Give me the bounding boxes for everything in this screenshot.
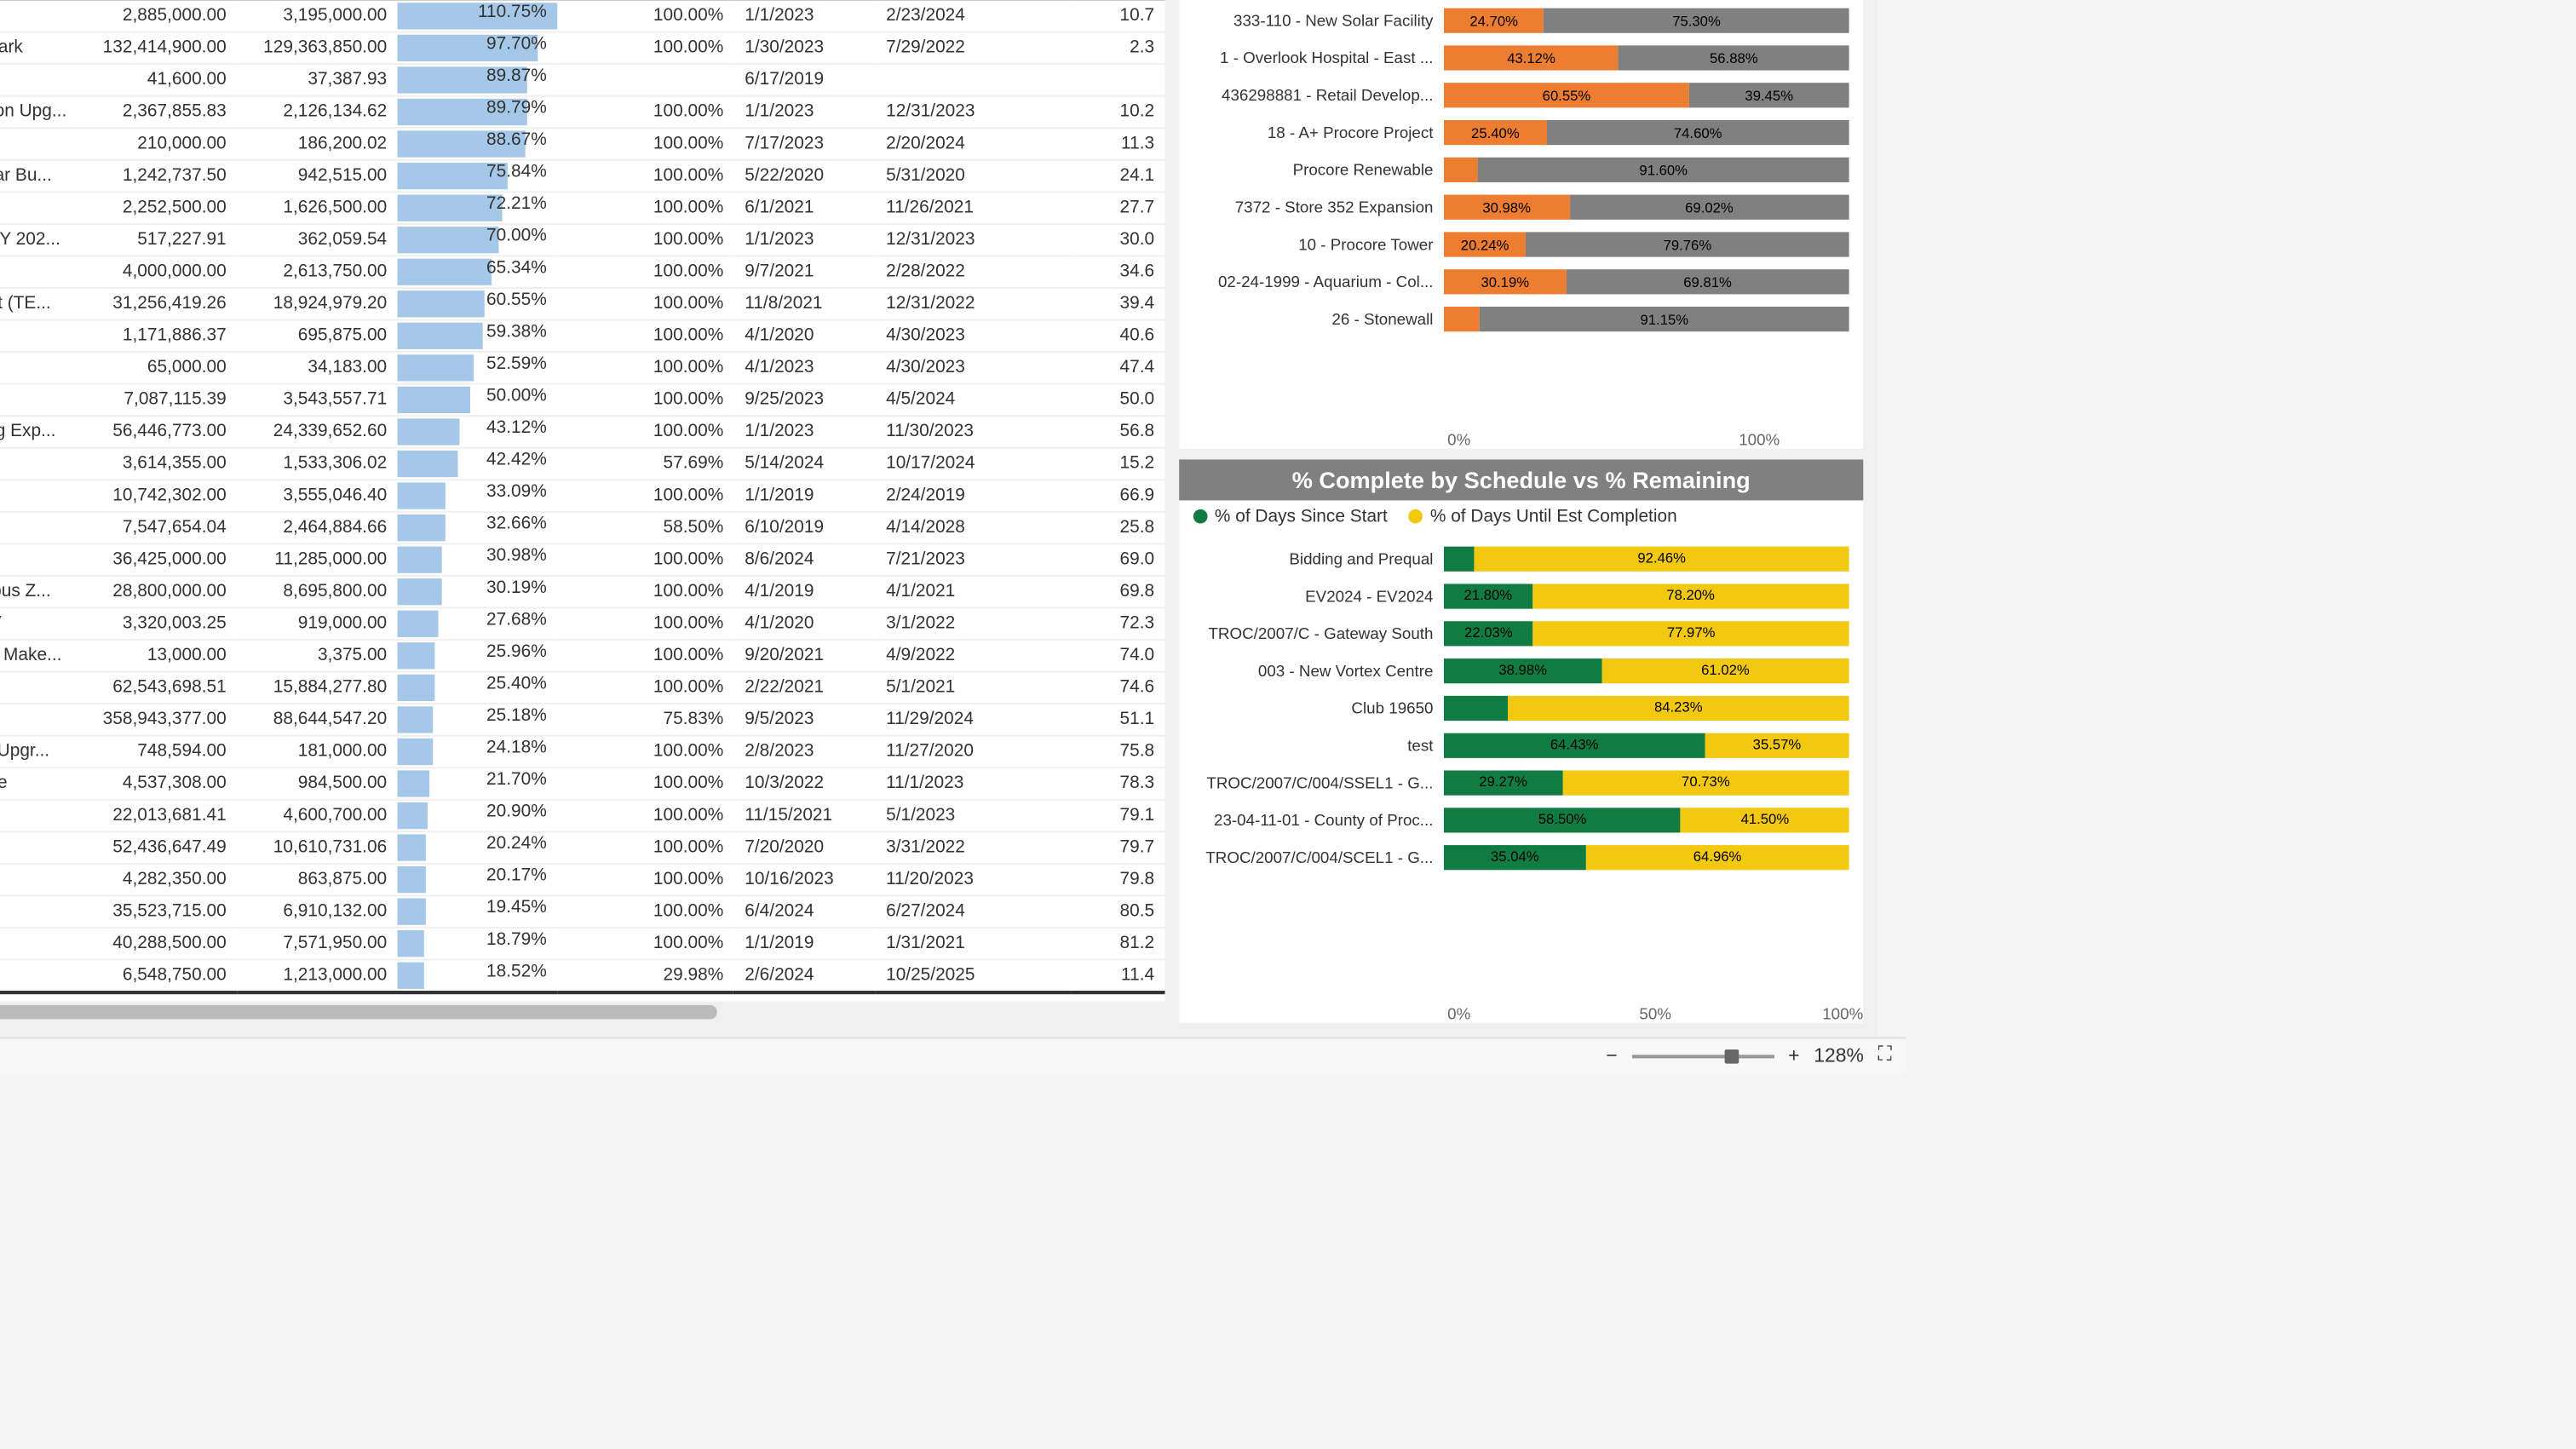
chart-bar-row[interactable]: 1 - Overlook Hospital - East ... 43.12% … [1187,40,1849,76]
table-row[interactable]: 🔗 E3-1 - Satellite Facility Repairs 210,… [0,128,1164,160]
table-row[interactable]: 🔗 436298881 - Retail Development (TE... … [0,288,1164,320]
table-row[interactable]: 🔗 01-444 - No Prime Sync - UOM 1,171,886… [0,320,1164,353]
table-row[interactable]: 🔗 6565 - Owner Funding & Phases 4,000,00… [0,256,1164,289]
table-row[interactable]: 🔗 10 - Procore Tower 52,436,647.49 10,61… [0,831,1164,864]
table-row[interactable]: 🔗 01-24-1999 - Vortex 40,288,500.00 7,57… [0,928,1164,960]
table-row[interactable]: 🔗 17 - Green Thumb Renewable Park 132,41… [0,32,1164,65]
zoom-level: 128% [1814,1045,1864,1067]
table-row[interactable]: 🔗 Overlook Hospital 65,000.00 34,183.00 … [0,352,1164,384]
table-row[interactable]: 🔗 A1 - Superior Production Centre 22,013… [0,800,1164,832]
table-row[interactable]: 🔗 01-333 - Prime Sync Single SOV 3,320,0… [0,608,1164,641]
chart-legend: % of Days Since Start % of Days Until Es… [1179,499,1863,533]
zoom-slider[interactable] [1632,1054,1774,1057]
table-row[interactable]: 🔗 333-110 - New Solar Facility 358,943,3… [0,704,1164,736]
table-row[interactable]: 🔗 636 - Overlook Hospital - HVAC Upgr...… [0,736,1164,768]
table-row[interactable]: 🔗 325 - Procore Data Center 6,548,750.00… [0,960,1164,992]
chart-bar-row[interactable]: Procore Renewable 91.60% [1187,152,1849,188]
table-row[interactable]: 🔗 POC - Earned Value Analysis 2,885,000.… [0,0,1164,32]
chart-bar-row[interactable]: Bidding and Prequal 92.46% [1187,540,1849,576]
table-row[interactable]: 🔗 1 - Overlook Hospital - East Wing Exp.… [0,416,1164,448]
table-row[interactable]: 🔗 8989 - HVAC Upgrades 2,252,500.00 1,62… [0,192,1164,224]
cost-vs-schedule-table[interactable]: Cost vs Schedule URLProject NameRevised … [0,0,1164,1023]
chart-bar-row[interactable]: 18 - A+ Procore Project 25.40% 74.60% [1187,115,1849,151]
chart-bar-row[interactable]: TROC/2007/C/004/SCEL1 - G... 35.04% 64.9… [1187,839,1849,875]
zoom-in-button[interactable]: + [1788,1045,1799,1067]
table-row[interactable]: 🔗 02-24-1999 - Aquarium - Columbus Z... … [0,576,1164,608]
status-bar: Power BI − + 128% ⛶ [0,1037,1906,1072]
table-row[interactable]: 🔗 3253 - Procore Industrial Park 8: Make… [0,640,1164,672]
table-row[interactable]: 🔗 7372 - Store 352 Expansion 36,425,000.… [0,544,1164,577]
horizontal-scrollbar[interactable] [0,1002,1164,1023]
chart-bar-row[interactable]: EV2024 - EV2024 21.80% 78.20% [1187,578,1849,613]
chart-bar-row[interactable]: TROC/2007/C - Gateway South 22.03% 77.97… [1187,615,1849,651]
chart-bar-row[interactable]: TROC/2007/C/004/SSEL1 - G... 29.27% 70.7… [1187,764,1849,800]
table-row[interactable]: 🔗 2 - Retail - Store 103 3,614,355.00 1,… [0,448,1164,480]
chart-bar-row[interactable]: 02-24-1999 - Aquarium - Col... 30.19% 69… [1187,264,1849,300]
chart-bar-row[interactable]: Club 19650 84.23% [1187,690,1849,726]
table-row[interactable]: 🔗 A01 - Sweetriver Facility Upgrade 4,53… [0,768,1164,800]
table-row[interactable]: 🔗 16 - Conveyor Belt Upgrades 4,282,350.… [0,864,1164,896]
chart-jtd-vs-budget[interactable]: JTD Cost vs Revised Budget Job to Date C… [1179,0,1863,448]
report-canvas: Cost vs Schedule ⓘ Projects 996 Budgets … [0,0,1877,1037]
zoom-out-button[interactable]: − [1606,1045,1617,1067]
table-row[interactable]: 🔗 Physical Security FY23 Substation Upg.… [0,96,1164,129]
chart-bar-row[interactable]: 17 - Green Thumb Renewabl... 97.70% [1187,0,1849,1]
chart-bar-row[interactable]: 10 - Procore Tower 20.24% 79.76% [1187,227,1849,262]
chart-bar-row[interactable]: 23-04-11-01 - County of Proc... 58.50% 4… [1187,802,1849,837]
chart-schedule-remaining[interactable]: % Complete by Schedule vs % Remaining % … [1179,458,1863,1022]
table-row[interactable]: 🔗 23-04-11-01 - County of Procore 7,547,… [0,512,1164,544]
table-row[interactable]: 🔗 19-18-294 - Procore Natatorium 10,742,… [0,480,1164,512]
table-row[interactable]: 🔗 AU - AULT Substation 7,087,115.39 3,54… [0,384,1164,417]
chart-bar-row[interactable]: 26 - Stonewall 91.15% [1187,302,1849,337]
chart-bar-row[interactable]: 003 - New Vortex Centre 38.98% 61.02% [1187,653,1849,688]
table-row[interactable]: 🔗 24-022-091 - Circuit Switcher - FY 202… [0,224,1164,256]
chart-bar-row[interactable]: 7372 - Store 352 Expansion 30.98% 69.02% [1187,189,1849,225]
table-row[interactable]: 🔗 01-555 - No Prime Sync - Regular Bu...… [0,160,1164,193]
chart-bar-row[interactable]: 333-110 - New Solar Facility 24.70% 75.3… [1187,3,1849,38]
table-row[interactable]: 🔗 11 - Northeast Renovation 35,523,715.0… [0,896,1164,929]
chart-bar-row[interactable]: 436298881 - Retail Develop... 60.55% 39.… [1187,78,1849,113]
chart-bar-row[interactable]: test 64.43% 35.57% [1187,727,1849,762]
table-row[interactable]: 🔗 700 Plumpton Dr 41,600.00 37,387.93 89… [0,64,1164,96]
fit-page-icon[interactable]: ⛶ [1878,1044,1892,1067]
table-row[interactable]: 🔗 18 - A+ Procore Project 62,543,698.51 … [0,672,1164,704]
